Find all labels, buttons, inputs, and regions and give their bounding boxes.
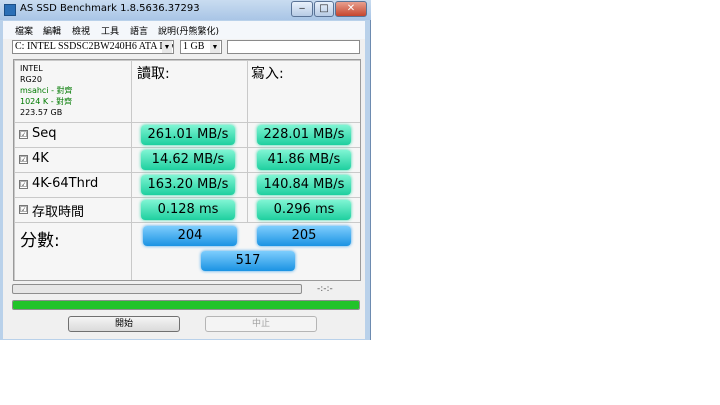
chevron-down-icon: ▼: [162, 41, 172, 53]
main-panel: C: INTEL SSDSC2BW240H6 ATA Device ▼ 1 GB…: [3, 39, 365, 339]
write-header-cell: 寫入:: [248, 61, 360, 122]
4k-read-cell: 14.62 MB/s: [132, 148, 247, 172]
4k-64thrd-read-result: 163.20 MB/s: [141, 175, 235, 195]
access-time-label: 存取時間: [32, 205, 85, 220]
score-cell: 204 205 517: [132, 223, 360, 280]
write-header: 寫入:: [251, 66, 284, 82]
score-write: 205: [257, 226, 351, 246]
drive-select-value: C: INTEL SSDSC2BW240H6 ATA Device: [15, 41, 174, 52]
results-grid: INTEL RG20 msahci - 對齊 1024 K - 對齊 223.5…: [13, 59, 361, 281]
progress-bar-total: [12, 300, 360, 310]
4k-write-cell: 41.86 MB/s: [248, 148, 360, 172]
app-window: AS SSD Benchmark 1.8.5636.37293 ‒ □ ✕ 檔案…: [0, 0, 371, 340]
extra-field[interactable]: [227, 40, 360, 54]
4k-64thrd-read-cell: 163.20 MB/s: [132, 173, 247, 197]
score-label-cell: 分數:: [15, 223, 131, 280]
access-time-read-result: 0.128 ms: [141, 200, 235, 220]
menu-edit[interactable]: 編輯: [43, 24, 61, 37]
size-select-value: 1 GB: [183, 41, 205, 52]
score-label: 分數:: [20, 231, 60, 251]
minimize-button[interactable]: ‒: [291, 1, 313, 17]
close-button[interactable]: ✕: [335, 1, 367, 17]
read-header-cell: 讀取:: [132, 61, 247, 122]
4k-write-result: 41.86 MB/s: [257, 150, 351, 170]
access-time-write-result: 0.296 ms: [257, 200, 351, 220]
menu-tools[interactable]: 工具: [101, 24, 119, 37]
menu-language[interactable]: 語言: [130, 24, 148, 37]
seq-checkbox[interactable]: ☑: [19, 130, 28, 139]
progress-bar-current: [12, 284, 302, 294]
seq-label: Seq: [32, 126, 57, 141]
4k-64thrd-write-result: 140.84 MB/s: [257, 175, 351, 195]
drive-firmware: RG20: [20, 75, 42, 84]
4k-read-result: 14.62 MB/s: [141, 150, 235, 170]
test-row-seq: ☑ Seq: [15, 123, 131, 147]
seq-read-cell: 261.01 MB/s: [132, 123, 247, 147]
chevron-down-icon: ▼: [210, 41, 220, 53]
title-bar[interactable]: AS SSD Benchmark 1.8.5636.37293 ‒ □ ✕: [0, 0, 371, 20]
drive-capacity: 223.57 GB: [20, 108, 63, 117]
score-total: 517: [201, 251, 295, 271]
menu-bar: 檔案 編輯 檢視 工具 語言 說明(丹熊繁化): [3, 21, 365, 39]
menu-file[interactable]: 檔案: [15, 24, 33, 37]
menu-view[interactable]: 檢視: [72, 24, 90, 37]
seq-write-result: 228.01 MB/s: [257, 125, 351, 145]
elapsed-time: -:-:-: [317, 284, 333, 294]
start-button[interactable]: 開始: [68, 316, 180, 332]
stop-button[interactable]: 中止: [205, 316, 317, 332]
drive-name: INTEL: [20, 64, 43, 73]
drive-info: INTEL RG20 msahci - 對齊 1024 K - 對齊 223.5…: [15, 61, 131, 122]
access-time-checkbox[interactable]: ☑: [19, 205, 28, 214]
progress-bar-total-fill: [13, 301, 359, 309]
size-select[interactable]: 1 GB ▼: [180, 40, 222, 54]
seq-write-cell: 228.01 MB/s: [248, 123, 360, 147]
4k-64thrd-label: 4K-64Thrd: [32, 176, 99, 191]
score-read: 204: [143, 226, 237, 246]
app-icon: [4, 4, 16, 16]
4k-64thrd-write-cell: 140.84 MB/s: [248, 173, 360, 197]
test-row-access-time: ☑ 存取時間: [15, 198, 131, 222]
driver-status: msahci - 對齊: [20, 86, 73, 95]
drive-select[interactable]: C: INTEL SSDSC2BW240H6 ATA Device ▼: [12, 40, 174, 54]
read-header: 讀取:: [137, 66, 170, 82]
seq-read-result: 261.01 MB/s: [141, 125, 235, 145]
4k-checkbox[interactable]: ☑: [19, 155, 28, 164]
4k-64thrd-checkbox[interactable]: ☑: [19, 180, 28, 189]
4k-label: 4K: [32, 151, 49, 166]
menu-help[interactable]: 說明(丹熊繁化): [158, 24, 219, 37]
maximize-button[interactable]: □: [314, 1, 334, 17]
alignment-status: 1024 K - 對齊: [20, 97, 73, 106]
test-row-4k: ☑ 4K: [15, 148, 131, 172]
window-title: AS SSD Benchmark 1.8.5636.37293: [20, 3, 200, 14]
access-time-write-cell: 0.296 ms: [248, 198, 360, 222]
access-time-read-cell: 0.128 ms: [132, 198, 247, 222]
test-row-4k-64thrd: ☑ 4K-64Thrd: [15, 173, 131, 197]
